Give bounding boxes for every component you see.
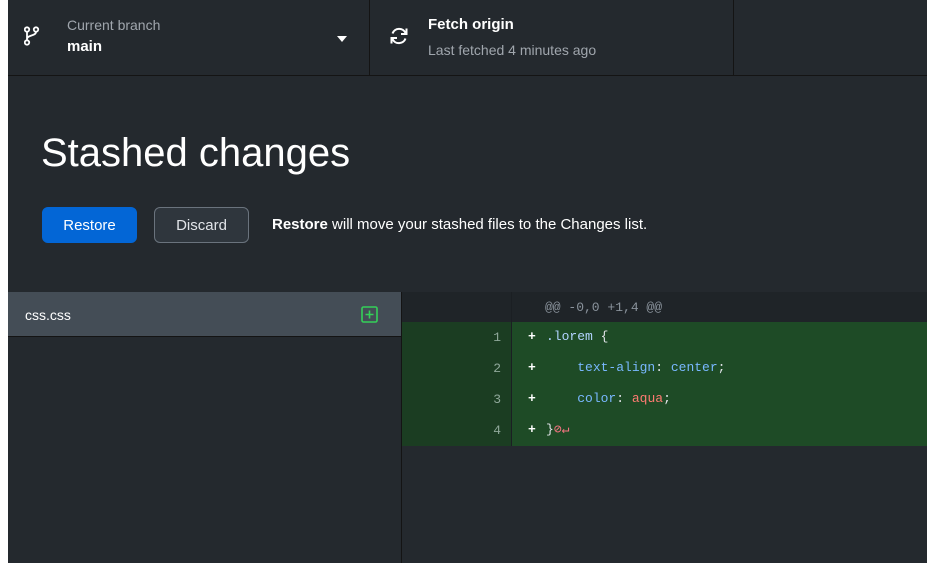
discard-button[interactable]: Discard xyxy=(154,207,249,243)
line-number: 4 xyxy=(493,423,501,438)
added-marker: + xyxy=(528,391,536,406)
css-punct-token: ; xyxy=(717,360,726,375)
diff-gutter: 1 xyxy=(402,322,512,353)
diff-line[interactable]: 2 + text-align: center; xyxy=(402,353,927,384)
diff-gutter: 3 xyxy=(402,384,512,415)
diff-gutter: 4 xyxy=(402,415,512,446)
diff-code-cell: + color: aqua; xyxy=(512,384,927,415)
git-branch-icon xyxy=(23,26,40,51)
code-text: }⊘↵ xyxy=(546,422,569,437)
stash-description-text: will move your stashed files to the Chan… xyxy=(327,216,648,233)
css-value-token: center xyxy=(670,360,718,375)
current-branch-button[interactable]: Current branch main xyxy=(8,0,370,75)
stashed-file-list: css.css xyxy=(8,292,402,563)
css-punct-token: } xyxy=(546,422,554,437)
diff-line[interactable]: 3 + color: aqua; xyxy=(402,384,927,415)
file-name: css.css xyxy=(25,307,71,323)
css-punct-token: : xyxy=(655,360,671,375)
stash-description-bold: Restore xyxy=(272,216,328,233)
line-number: 1 xyxy=(493,330,501,345)
hunk-header-text: @@ -0,0 +1,4 @@ xyxy=(545,300,663,315)
diff-code-cell: + text-align: center; xyxy=(512,353,927,384)
diff-gutter xyxy=(402,292,512,322)
added-marker: + xyxy=(528,360,536,375)
stash-description: Restore will move your stashed files to … xyxy=(272,216,647,233)
css-value-token: aqua xyxy=(631,391,664,406)
diff-line[interactable]: 4 + }⊘↵ xyxy=(402,415,927,446)
indent-token xyxy=(546,360,577,375)
app-window: Current branch main Fetch origin Last fe… xyxy=(8,0,927,563)
css-punct-token: ; xyxy=(663,391,671,406)
toolbar: Current branch main Fetch origin Last fe… xyxy=(8,0,927,76)
diff-code-cell: + }⊘↵ xyxy=(512,415,927,446)
indent-token xyxy=(546,391,577,406)
added-marker: + xyxy=(528,329,536,344)
diff-gutter: 2 xyxy=(402,353,512,384)
sync-icon xyxy=(388,25,410,52)
css-property-token: text-align xyxy=(577,360,656,375)
diff-hunk-header: @@ -0,0 +1,4 @@ xyxy=(402,292,927,322)
stash-header: Stashed changes Restore Discard Restore … xyxy=(8,76,927,292)
toolbar-empty-section xyxy=(734,0,927,75)
chevron-down-icon xyxy=(337,36,347,42)
code-text: color: aqua; xyxy=(546,391,671,406)
file-added-icon xyxy=(361,306,378,328)
diff-view: @@ -0,0 +1,4 @@ 1 + .lorem { 2 + text-al… xyxy=(402,292,927,563)
restore-button[interactable]: Restore xyxy=(42,207,137,243)
diff-code-cell: + .lorem { xyxy=(512,322,927,353)
line-number: 2 xyxy=(493,361,501,376)
no-newline-icon: ⊘↵ xyxy=(553,422,570,437)
current-branch-label: Current branch xyxy=(67,17,161,33)
fetch-origin-title: Fetch origin xyxy=(428,16,514,33)
added-marker: + xyxy=(528,422,536,437)
css-property-token: color xyxy=(577,391,617,406)
page-title: Stashed changes xyxy=(41,131,351,175)
current-branch-name: main xyxy=(67,38,103,55)
diff-line[interactable]: 1 + .lorem { xyxy=(402,322,927,353)
code-text: .lorem { xyxy=(546,329,608,344)
fetch-origin-button[interactable]: Fetch origin Last fetched 4 minutes ago xyxy=(370,0,734,75)
css-selector-token: .lorem xyxy=(546,329,593,344)
css-punct-token: { xyxy=(592,329,609,344)
code-text: text-align: center; xyxy=(546,360,725,375)
file-list-item[interactable]: css.css xyxy=(8,292,401,337)
line-number: 3 xyxy=(493,392,501,407)
css-punct-token: : xyxy=(616,391,632,406)
last-fetched-status: Last fetched 4 minutes ago xyxy=(428,42,597,58)
